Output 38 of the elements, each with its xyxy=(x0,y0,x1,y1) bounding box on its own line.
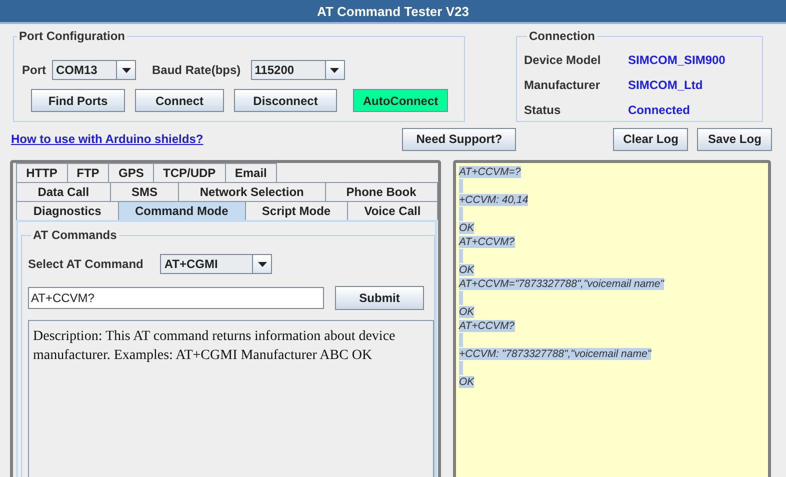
tab[interactable]: Phone Book xyxy=(324,182,438,201)
caret-icon xyxy=(330,68,340,72)
group-title: AT Commands xyxy=(32,228,118,242)
description-text: Description: This AT command returns information about device manufacturer. Examples: AT+CGMI Manufacturer ABC OK xyxy=(33,329,396,363)
submit-button[interactable]: Submit xyxy=(335,286,424,310)
group-title: Port Configuration xyxy=(18,29,126,43)
tab[interactable]: HTTP xyxy=(16,163,68,182)
caret-icon xyxy=(122,68,130,72)
baud-rate-dropdown[interactable]: 115200 xyxy=(250,60,345,80)
action-button[interactable]: Connect xyxy=(135,89,224,112)
port-dropdown[interactable]: COM13 xyxy=(52,60,136,80)
info-label: Device Model xyxy=(524,52,602,66)
tab[interactable]: Command Mode xyxy=(118,201,246,220)
port-label: Port xyxy=(22,63,46,77)
help-link[interactable]: How to use with Arduino shields? xyxy=(11,132,204,146)
group-title: Connection xyxy=(528,29,596,43)
support-button[interactable]: Need Support? xyxy=(402,128,516,150)
caret-icon xyxy=(258,262,267,266)
action-button[interactable]: Disconnect xyxy=(234,89,337,112)
tab[interactable]: Script Mode xyxy=(244,201,348,220)
log-button[interactable]: Save Log xyxy=(697,128,772,150)
info-label: Status xyxy=(524,102,562,116)
log-button[interactable]: Clear Log xyxy=(613,128,688,150)
info-label: Manufacturer xyxy=(524,78,602,92)
select-label: Select AT Command xyxy=(28,257,144,271)
tab[interactable]: Data Call xyxy=(16,182,111,201)
info-value: SIMCOM_Ltd xyxy=(628,78,703,92)
info-value: Connected xyxy=(628,102,690,116)
command-field[interactable]: AT+CCVM? xyxy=(28,287,324,309)
tab[interactable]: Email xyxy=(224,163,277,182)
tab[interactable]: Voice Call xyxy=(346,201,438,220)
info-value: SIMCOM_SIM900 xyxy=(628,52,726,66)
command-dropdown[interactable]: AT+CGMI xyxy=(160,254,272,274)
baud-rate-label: Baud Rate(bps) xyxy=(152,63,241,77)
action-button[interactable]: Find Ports xyxy=(31,89,125,112)
tab[interactable]: Diagnostics xyxy=(16,201,119,220)
window-title: AT Command Tester V23 xyxy=(317,4,469,18)
action-button[interactable]: AutoConnect xyxy=(353,89,448,112)
